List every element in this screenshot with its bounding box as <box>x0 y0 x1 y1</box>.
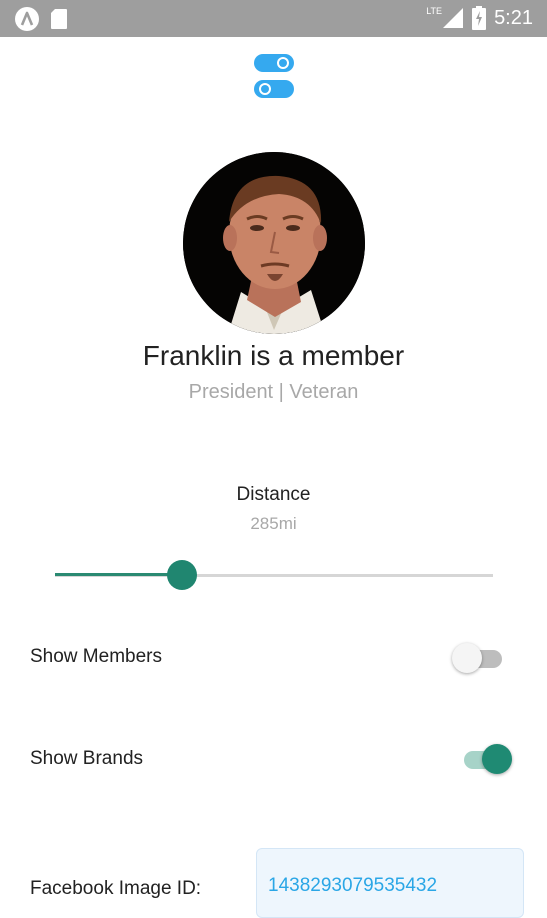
avatar[interactable] <box>183 152 365 334</box>
distance-slider[interactable] <box>55 560 493 590</box>
slider-fill <box>55 573 183 576</box>
slider-thumb[interactable] <box>167 560 198 590</box>
clock: 5:21 <box>494 6 533 29</box>
profile-headline: Franklin is a member <box>142 340 405 371</box>
show-brands-label: Show Brands <box>30 748 144 769</box>
battery-charging-icon <box>472 6 487 30</box>
facebook-image-id-input[interactable]: 1438293079535432 <box>256 848 524 918</box>
distance-label: Distance <box>236 484 311 505</box>
signal-icon <box>443 8 464 28</box>
toggle-knob <box>482 744 512 774</box>
profile-photo <box>183 152 365 334</box>
show-brands-toggle[interactable] <box>464 743 514 774</box>
sd-card-icon <box>51 9 67 29</box>
distance-value: 285mi <box>250 514 297 533</box>
toggle-pills-icon[interactable] <box>252 52 296 102</box>
facebook-image-id-label: Facebook Image ID: <box>30 878 202 899</box>
profile-subtitle: President | Veteran <box>188 381 359 403</box>
show-members-toggle[interactable] <box>452 642 502 673</box>
app-a-icon <box>15 7 39 31</box>
network-type: LTE <box>426 6 443 16</box>
toggle-knob <box>452 643 482 673</box>
show-members-label: Show Members <box>30 646 162 667</box>
status-bar: LTE 5:21 <box>0 0 547 37</box>
